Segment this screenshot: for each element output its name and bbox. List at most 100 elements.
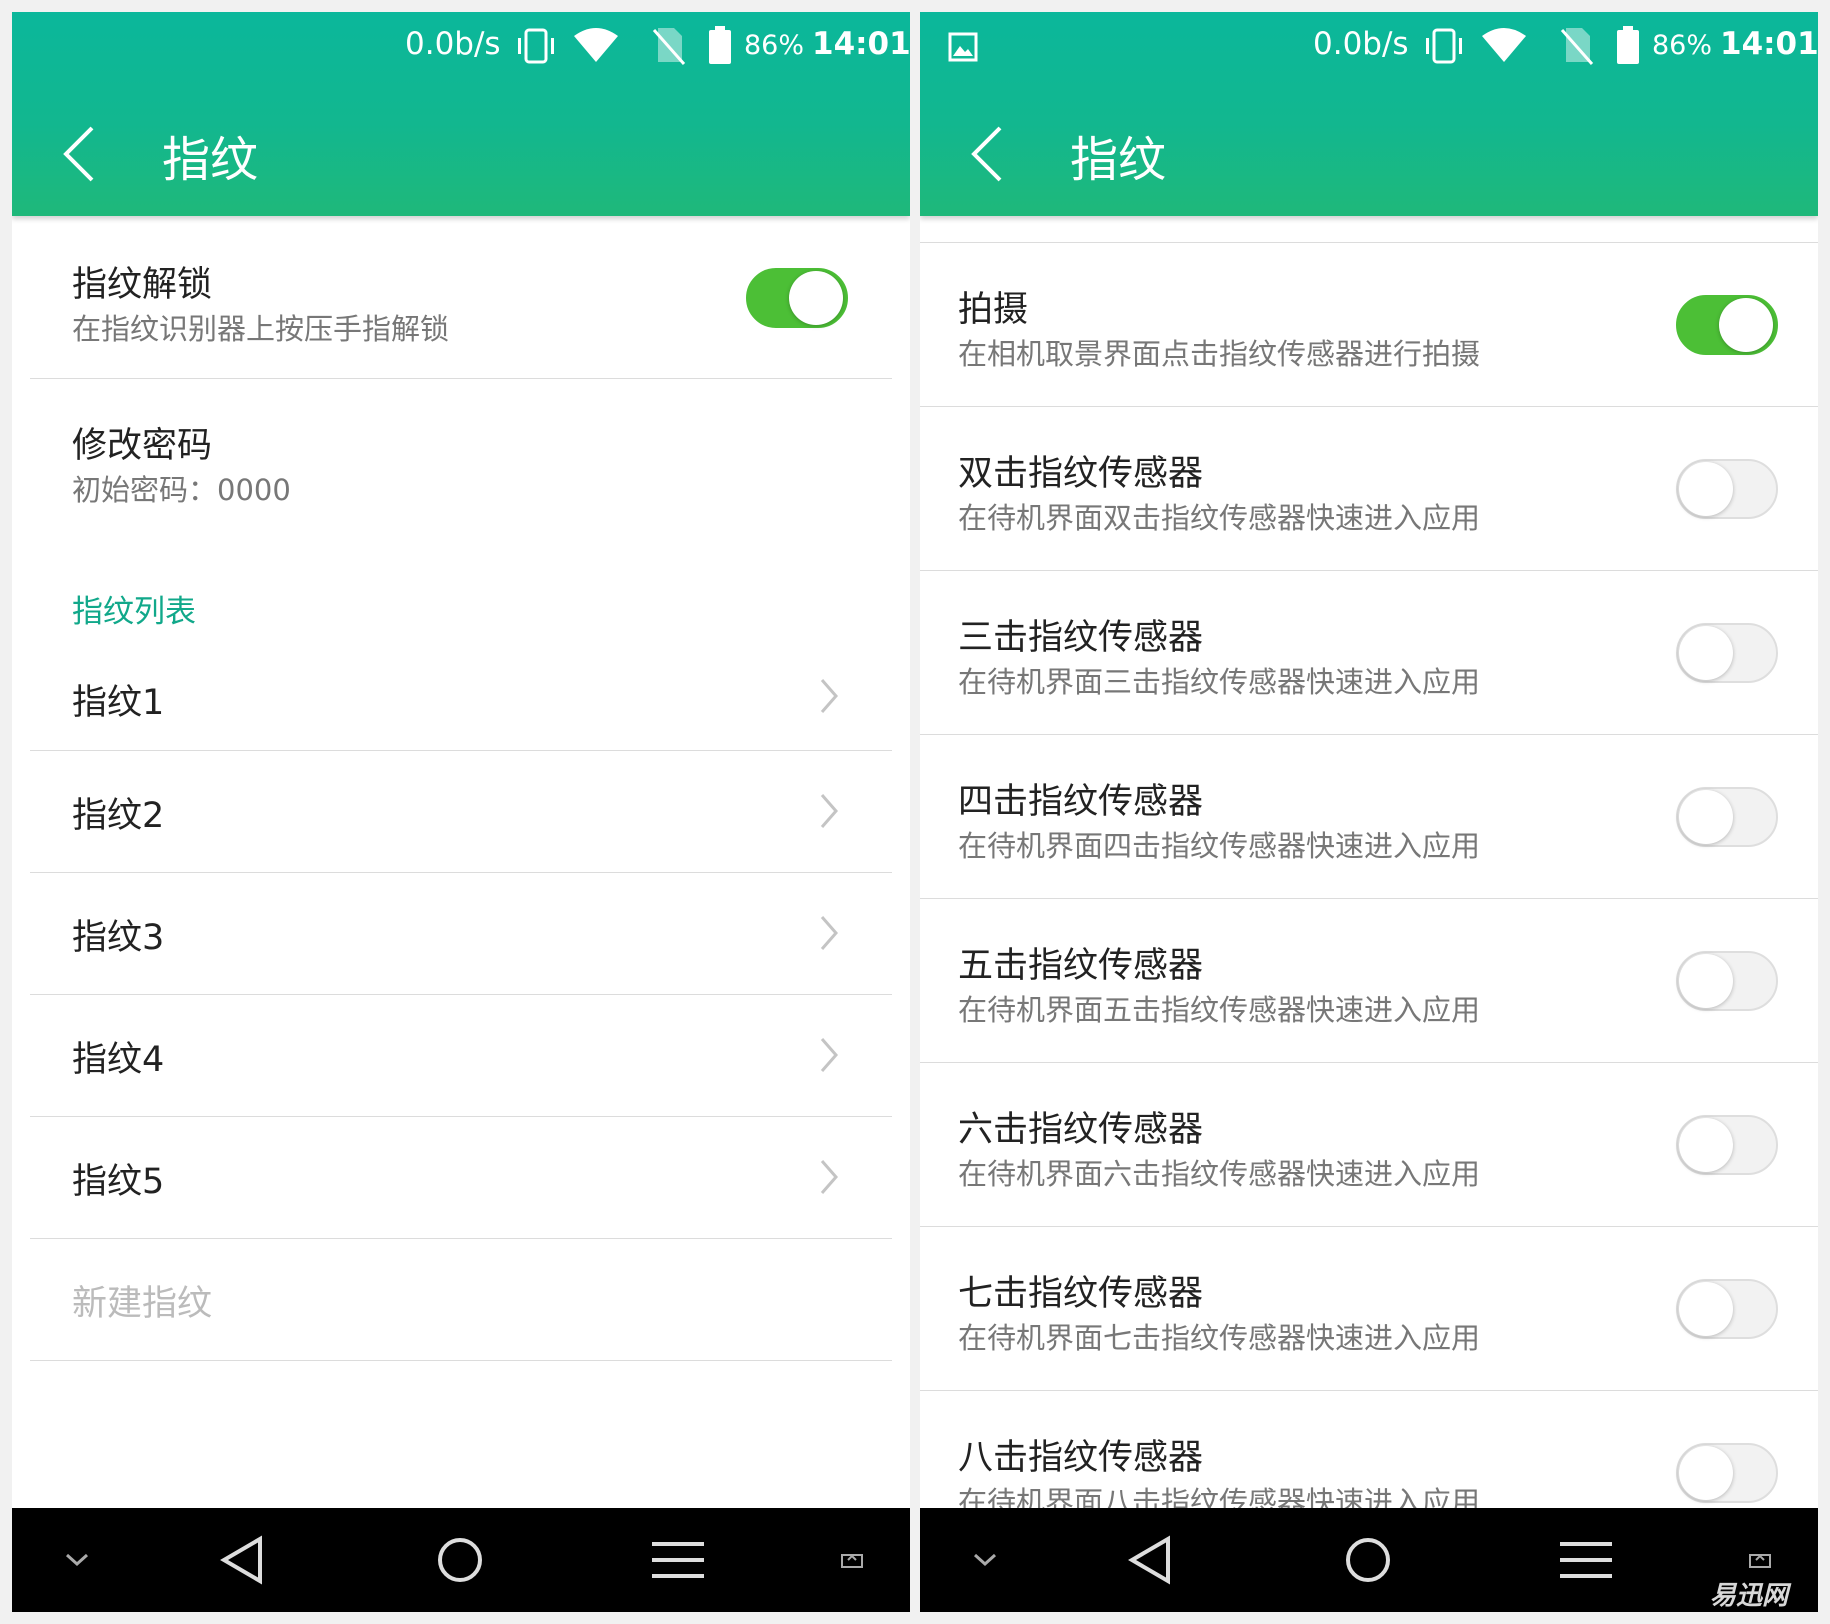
- image-icon: [948, 32, 978, 66]
- camera-shutter-toggle[interactable]: [1676, 295, 1778, 355]
- row-title: 六击指纹传感器: [958, 1110, 1204, 1150]
- toggle-knob: [789, 271, 843, 325]
- phone-screen-left: 0.0b/s 86% 14:01 指纹 指纹解锁 在指纹识别器上按压手指解锁 修…: [12, 12, 910, 1612]
- double-tap-row[interactable]: 双击指纹传感器 在待机界面双击指纹传感器快速进入应用: [920, 407, 1818, 570]
- seven-tap-toggle[interactable]: [1676, 1279, 1778, 1339]
- back-button[interactable]: [966, 122, 1006, 186]
- new-fingerprint-label: 新建指纹: [72, 1284, 213, 1324]
- seven-tap-row[interactable]: 七击指纹传感器 在待机界面七击指纹传感器快速进入应用: [920, 1227, 1818, 1390]
- fingerprint-item-1[interactable]: 指纹1: [12, 636, 910, 740]
- eight-tap-row[interactable]: 八击指纹传感器 在待机界面八击指纹传感器快速进入应用: [920, 1391, 1818, 1508]
- clock: 14:01: [1720, 26, 1818, 62]
- fingerprint-unlock-toggle[interactable]: [746, 268, 848, 328]
- back-triangle-icon[interactable]: [212, 1508, 272, 1612]
- fingerprint-label: 指纹4: [72, 1040, 165, 1080]
- battery-percent: 86%: [1652, 30, 1713, 61]
- home-circle-icon[interactable]: [430, 1508, 490, 1612]
- screenshot-icon[interactable]: [832, 1508, 872, 1612]
- page-title: 指纹: [162, 132, 259, 188]
- toggle-knob: [1679, 1446, 1733, 1500]
- navigation-bar: [12, 1508, 910, 1612]
- row-title: 八击指纹传感器: [958, 1438, 1204, 1478]
- five-tap-row[interactable]: 五击指纹传感器 在待机界面五击指纹传感器快速进入应用: [920, 899, 1818, 1062]
- toggle-knob: [1679, 1118, 1733, 1172]
- vibrate-icon: [515, 26, 559, 70]
- triple-tap-row[interactable]: 三击指纹传感器 在待机界面三击指纹传感器快速进入应用: [920, 571, 1818, 734]
- double-tap-toggle[interactable]: [1676, 459, 1778, 519]
- fingerprint-item-2[interactable]: 指纹2: [12, 751, 910, 872]
- row-subtitle: 在待机界面三击指纹传感器快速进入应用: [958, 665, 1481, 699]
- watermark: 易迅网: [1709, 1581, 1788, 1611]
- fingerprint-unlock-row[interactable]: 指纹解锁 在指纹识别器上按压手指解锁: [12, 216, 910, 378]
- fingerprint-label: 指纹3: [72, 918, 165, 958]
- row-subtitle: 在待机界面双击指纹传感器快速进入应用: [958, 501, 1481, 535]
- menu-icon[interactable]: [648, 1508, 708, 1612]
- fingerprint-label: 指纹5: [72, 1162, 165, 1202]
- chevron-left-icon: [971, 126, 1002, 182]
- toggle-knob: [1679, 626, 1733, 680]
- row-title: 指纹解锁: [72, 265, 213, 305]
- back-button[interactable]: [58, 122, 98, 186]
- row-title: 修改密码: [72, 426, 213, 466]
- fingerprint-label: 指纹2: [72, 796, 165, 836]
- network-speed: 0.0b/s: [1313, 26, 1409, 62]
- row-title: 五击指纹传感器: [958, 946, 1204, 986]
- toggle-knob: [1719, 298, 1773, 352]
- row-title: 四击指纹传感器: [958, 782, 1204, 822]
- quad-tap-row[interactable]: 四击指纹传感器 在待机界面四击指纹传感器快速进入应用: [920, 735, 1818, 898]
- eight-tap-toggle[interactable]: [1676, 1443, 1778, 1503]
- chevron-right-icon: [820, 1160, 838, 1194]
- row-subtitle: 在待机界面八击指纹传感器快速进入应用: [958, 1485, 1481, 1508]
- chevron-down-icon[interactable]: [52, 1508, 102, 1612]
- status-bar: 0.0b/s 86% 14:01: [920, 12, 1818, 82]
- settings-list: 拍摄 在相机取景界面点击指纹传感器进行拍摄 双击指纹传感器 在待机界面双击指纹传…: [920, 216, 1818, 1508]
- fingerprint-item-3[interactable]: 指纹3: [12, 873, 910, 994]
- six-tap-toggle[interactable]: [1676, 1115, 1778, 1175]
- menu-icon[interactable]: [1556, 1508, 1616, 1612]
- row-title: 拍摄: [958, 290, 1029, 330]
- row-subtitle: 在指纹识别器上按压手指解锁: [72, 312, 450, 346]
- row-subtitle: 在待机界面六击指纹传感器快速进入应用: [958, 1157, 1481, 1191]
- navigation-bar: 易迅网: [920, 1508, 1818, 1612]
- six-tap-row[interactable]: 六击指纹传感器 在待机界面六击指纹传感器快速进入应用: [920, 1063, 1818, 1226]
- chevron-left-icon: [63, 126, 94, 182]
- row-subtitle: 在待机界面七击指纹传感器快速进入应用: [958, 1321, 1481, 1355]
- back-triangle-icon[interactable]: [1120, 1508, 1180, 1612]
- row-title: 双击指纹传感器: [958, 454, 1204, 494]
- five-tap-toggle[interactable]: [1676, 951, 1778, 1011]
- app-header: 0.0b/s 86% 14:01 指纹: [920, 12, 1818, 216]
- battery-icon: [1615, 26, 1641, 70]
- quad-tap-toggle[interactable]: [1676, 787, 1778, 847]
- fingerprint-item-4[interactable]: 指纹4: [12, 995, 910, 1116]
- no-sim-icon: [1560, 26, 1594, 70]
- clock: 14:01: [812, 26, 910, 62]
- network-speed: 0.0b/s: [405, 26, 501, 62]
- battery-percent: 86%: [744, 30, 805, 61]
- fingerprint-label: 指纹1: [72, 683, 165, 723]
- chevron-right-icon: [820, 794, 838, 828]
- chevron-right-icon: [820, 679, 838, 713]
- chevron-right-icon: [820, 916, 838, 950]
- vibrate-icon: [1423, 26, 1467, 70]
- toggle-knob: [1679, 1282, 1733, 1336]
- triple-tap-toggle[interactable]: [1676, 623, 1778, 683]
- wifi-icon: [1480, 26, 1528, 70]
- page-title: 指纹: [1070, 132, 1167, 188]
- section-header-fingerprint-list: 指纹列表: [72, 594, 196, 630]
- no-sim-icon: [652, 26, 686, 70]
- chevron-down-icon[interactable]: [960, 1508, 1010, 1612]
- home-circle-icon[interactable]: [1338, 1508, 1398, 1612]
- camera-shutter-row[interactable]: 拍摄 在相机取景界面点击指纹传感器进行拍摄: [920, 243, 1818, 406]
- row-subtitle: 在相机取景界面点击指纹传感器进行拍摄: [958, 337, 1481, 371]
- status-bar: 0.0b/s 86% 14:01: [12, 12, 910, 82]
- toggle-knob: [1679, 462, 1733, 516]
- row-subtitle: 在待机界面四击指纹传感器快速进入应用: [958, 829, 1481, 863]
- row-title: 三击指纹传感器: [958, 618, 1204, 658]
- fingerprint-item-5[interactable]: 指纹5: [12, 1117, 910, 1238]
- chevron-right-icon: [820, 1038, 838, 1072]
- new-fingerprint-row[interactable]: 新建指纹: [12, 1239, 910, 1360]
- wifi-icon: [572, 26, 620, 70]
- row-title: 七击指纹传感器: [958, 1274, 1204, 1314]
- divider: [30, 1360, 892, 1361]
- change-password-row[interactable]: 修改密码 初始密码：0000: [12, 379, 910, 529]
